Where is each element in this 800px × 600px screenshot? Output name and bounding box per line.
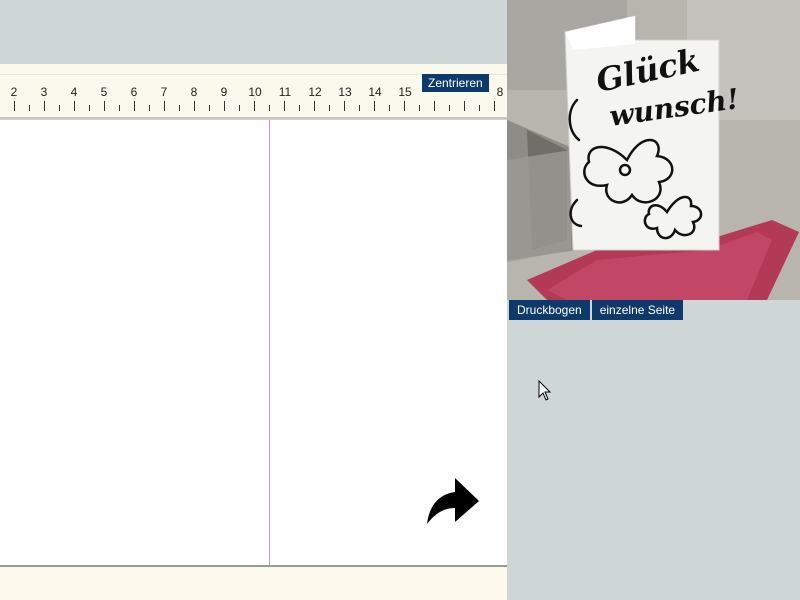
- ruler-number: 13: [338, 85, 352, 99]
- mouse-pointer-icon: [538, 380, 552, 401]
- single-page-button[interactable]: einzelne Seite: [591, 300, 684, 320]
- ruler-minor-tick: [89, 105, 90, 111]
- ruler-minor-tick: [239, 105, 240, 111]
- ruler-number: 3: [40, 85, 48, 99]
- ruler-major-tick: [464, 101, 465, 111]
- ruler-minor-tick: [179, 105, 180, 111]
- ruler-major-tick: [224, 101, 225, 111]
- print-sheet-button[interactable]: Druckbogen: [509, 300, 590, 320]
- ruler-major-tick: [164, 101, 165, 111]
- ruler-minor-tick: [329, 105, 330, 111]
- ruler-major-tick: [14, 101, 15, 111]
- ruler-major-tick: [404, 101, 405, 111]
- ruler-minor-tick: [29, 105, 30, 111]
- editor-top-area: [0, 0, 507, 64]
- ruler-number: 8: [190, 85, 198, 99]
- ruler-minor-tick: [59, 105, 60, 111]
- ruler-number: 6: [130, 85, 138, 99]
- ruler-major-tick: [374, 101, 375, 111]
- ruler-major-tick: [284, 101, 285, 111]
- card-preview: Glück wunsch!: [507, 0, 800, 300]
- ruler-number: 10: [248, 85, 262, 99]
- editor-footer: [0, 567, 507, 600]
- ruler-major-tick: [314, 101, 315, 111]
- ruler-number: 15: [398, 85, 412, 99]
- ruler-number: 5: [100, 85, 108, 99]
- fold-line: [269, 120, 270, 565]
- ruler-minor-tick: [389, 105, 390, 111]
- ruler-number: 7: [160, 85, 168, 99]
- ruler-number: 9: [220, 85, 228, 99]
- ruler-minor-tick: [269, 105, 270, 111]
- ruler-major-tick: [134, 101, 135, 111]
- ruler-number: 14: [368, 85, 382, 99]
- ruler-minor-tick: [449, 105, 450, 111]
- ruler-number: 8: [496, 85, 504, 99]
- ruler-minor-tick: [119, 105, 120, 111]
- center-button[interactable]: Zentrieren: [422, 74, 489, 92]
- card-preview-image: Glück wunsch!: [507, 0, 800, 300]
- ruler-minor-tick: [479, 105, 480, 111]
- ruler-major-tick: [44, 101, 45, 111]
- ruler-major-tick: [194, 101, 195, 111]
- forward-arrow-icon[interactable]: [425, 474, 481, 528]
- ruler-major-tick: [494, 101, 495, 111]
- ruler-number: 4: [70, 85, 78, 99]
- ruler-major-tick: [104, 101, 105, 111]
- ruler-major-tick: [74, 101, 75, 111]
- ruler-minor-tick: [359, 105, 360, 111]
- ruler-minor-tick: [299, 105, 300, 111]
- ruler-minor-tick: [149, 105, 150, 111]
- ruler-number: 2: [10, 85, 18, 99]
- ruler-major-tick: [344, 101, 345, 111]
- ruler-major-tick: [434, 101, 435, 111]
- ruler-major-tick: [254, 101, 255, 111]
- preview-buttons: Druckbogen einzelne Seite: [509, 300, 684, 320]
- ruler-number: 12: [308, 85, 322, 99]
- ruler-minor-tick: [209, 105, 210, 111]
- ruler-number: 11: [278, 85, 292, 99]
- ruler-minor-tick: [419, 105, 420, 111]
